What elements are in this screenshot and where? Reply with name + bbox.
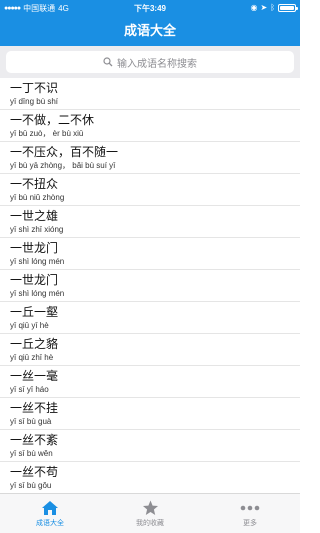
idiom-pinyin: yī qiū zhī hè xyxy=(10,353,54,362)
idiom-word: 一不压众，百不随一 xyxy=(10,145,119,159)
home-icon xyxy=(42,500,58,515)
location-icon: ➤ xyxy=(260,3,268,12)
idiom-row[interactable]: 一丝不挂 yī sī bù guà xyxy=(0,398,300,430)
idiom-list: 一丁不识 yī dīng bù shí 一不做，二不休 yī bū zuò， èr b… xyxy=(0,78,300,494)
idiom-pinyin: yī shì zhī xióng xyxy=(10,225,64,234)
idiom-word: 一丝一毫 xyxy=(10,369,59,383)
tab-more[interactable]: 更多 xyxy=(200,494,300,533)
idiom-pinyin: yī sī bù guà xyxy=(10,417,52,426)
idiom-word: 一丝不苟 xyxy=(10,465,59,479)
page-title: 成语大全 xyxy=(123,23,176,38)
tab-bar: 成语大全 我的收藏 更多 xyxy=(0,493,300,533)
idiom-row[interactable]: 一丝不紊 yī sī bù wěn xyxy=(0,430,300,462)
idiom-row[interactable]: 一丘之貉 yī qiū zhī hè xyxy=(0,334,300,366)
idiom-pinyin: yī shì lóng mén xyxy=(10,257,65,266)
search-placeholder: 输入成语名称搜索 xyxy=(117,58,197,70)
idiom-word: 一丘一壑 xyxy=(10,305,59,319)
tab-favorites[interactable]: 我的收藏 xyxy=(100,494,200,533)
idiom-row[interactable]: 一不扭众 yī bù niǔ zhòng xyxy=(0,174,300,206)
idiom-row[interactable]: 一丝不苟 yī sī bù gǒu xyxy=(0,462,300,494)
idiom-row[interactable]: 一不压众，百不随一 yī bù yā zhòng， bǎi bù suí yī xyxy=(0,142,300,174)
tab-favorites-label: 我的收藏 xyxy=(136,520,164,527)
bluetooth-icon: ᛒ xyxy=(270,3,275,12)
idiom-word: 一世龙门 xyxy=(10,273,59,287)
idiom-row[interactable]: 一丘一壑 yī qiū yī hè xyxy=(0,302,300,334)
idiom-pinyin: yī sī bù gǒu xyxy=(10,481,52,490)
tab-more-label: 更多 xyxy=(243,520,257,527)
idiom-row[interactable]: 一世龙门 yī shì lóng mén xyxy=(0,270,300,302)
idiom-word: 一世龙门 xyxy=(10,241,59,255)
idiom-word: 一丝不紊 xyxy=(10,433,59,447)
idiom-word: 一丝不挂 xyxy=(10,401,59,415)
tab-idioms-label: 成语大全 xyxy=(36,520,64,527)
idiom-word: 一不扭众 xyxy=(10,177,59,191)
lock-rotation-icon: ◉ xyxy=(250,3,258,12)
search-area: 输入成语名称搜索 xyxy=(0,46,300,78)
idiom-pinyin: yī bù niǔ zhòng xyxy=(10,193,65,202)
idiom-word: 一丁不识 xyxy=(10,81,59,95)
tab-idioms[interactable]: 成语大全 xyxy=(0,494,100,533)
idiom-word: 一世之雄 xyxy=(10,209,59,223)
idiom-row[interactable]: 一世龙门 yī shì lóng mén xyxy=(0,238,300,270)
idiom-pinyin: yī sī yī háo xyxy=(10,385,49,394)
idiom-pinyin: yī qiū yī hè xyxy=(10,321,49,330)
idiom-row[interactable]: 一丝一毫 yī sī yī háo xyxy=(0,366,300,398)
star-icon xyxy=(142,500,158,515)
idiom-pinyin: yī bù yā zhòng， bǎi bù suí yī xyxy=(10,161,116,170)
idiom-row[interactable]: 一世之雄 yī shì zhī xióng xyxy=(0,206,300,238)
idiom-row[interactable]: 一丁不识 yī dīng bù shí xyxy=(0,78,300,110)
idiom-pinyin: yī bū zuò， èr bù xiū xyxy=(10,129,84,138)
battery-icon xyxy=(278,3,298,12)
navigation-bar: ●●●●● 中国联通 4G 下午3:49 ◉ ➤ ᛒ 成语大全 xyxy=(0,0,300,46)
idiom-word: 一不做，二不休 xyxy=(10,113,95,127)
search-input[interactable]: 输入成语名称搜索 xyxy=(6,51,294,73)
idiom-word: 一丘之貉 xyxy=(10,337,59,351)
status-bar: ●●●●● 中国联通 4G 下午3:49 ◉ ➤ ᛒ xyxy=(0,0,300,16)
idiom-pinyin: yī shì lóng mén xyxy=(10,289,65,298)
idiom-pinyin: yī sī bù wěn xyxy=(10,449,53,458)
idiom-row[interactable]: 一不做，二不休 yī bū zuò， èr bù xiū xyxy=(0,110,300,142)
search-icon xyxy=(103,57,113,67)
more-icon xyxy=(240,505,260,510)
idiom-pinyin: yī dīng bù shí xyxy=(10,97,59,106)
